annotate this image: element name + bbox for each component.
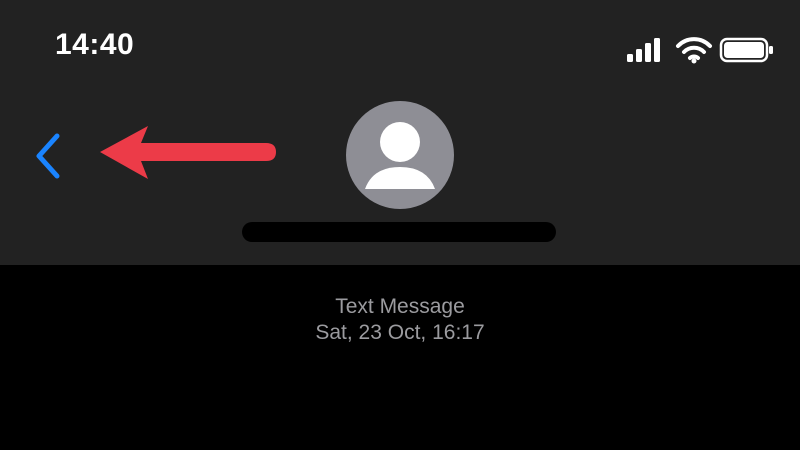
cellular-signal-icon — [627, 38, 660, 62]
messages-screen: 14:40 Text Message Sat, 23 Oct, 16:17 — [0, 0, 800, 450]
redacted-contact-name — [242, 222, 556, 242]
message-timestamp: Sat, 23 Oct, 16:17 — [315, 321, 485, 344]
chevron-left-icon — [36, 133, 60, 179]
person-silhouette-icon — [365, 122, 435, 189]
status-time: 14:40 — [55, 28, 135, 61]
back-button[interactable] — [28, 128, 74, 184]
conversation-header: 14:40 — [0, 0, 800, 265]
conversation-metadata: Text Message Sat, 23 Oct, 16:17 — [0, 294, 800, 346]
battery-icon — [719, 37, 773, 63]
wifi-icon — [676, 37, 712, 64]
red-arrow-annotation — [100, 126, 276, 179]
message-service-label: Text Message — [335, 295, 465, 318]
contact-avatar[interactable] — [346, 101, 454, 209]
